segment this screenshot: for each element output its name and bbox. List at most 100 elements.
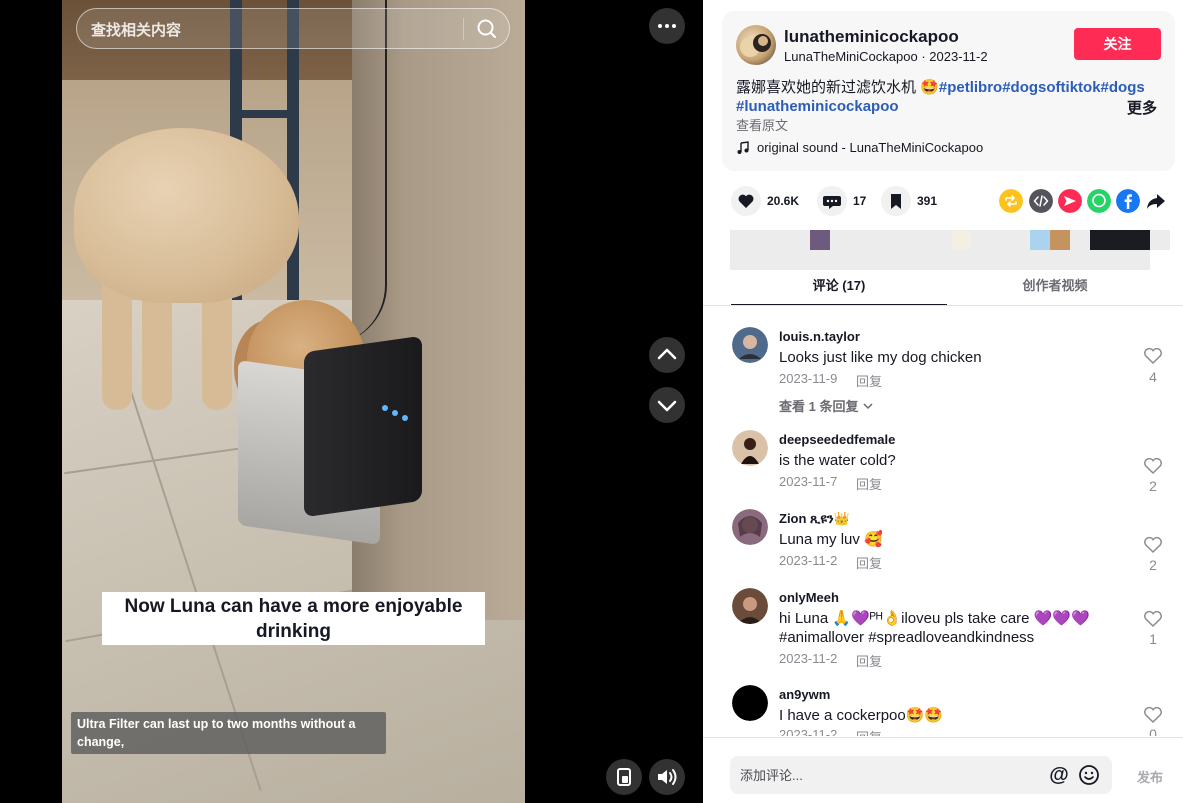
video-pane: Now Luna can have a more enjoyable drink… [0,0,703,803]
comment-like-count: 2 [1149,478,1157,494]
reply-button[interactable]: 回复 [856,371,882,390]
commenter-avatar[interactable] [732,685,768,721]
related-thumbnails-strip[interactable] [730,230,1170,270]
video-stool-rail [230,110,299,118]
music-note-icon [737,141,749,154]
hashtag-link[interactable]: #dogs [1101,79,1145,96]
comment-text: is the water cold? [779,452,896,469]
repost-icon[interactable] [999,189,1023,213]
like-count: 20.6K [767,194,800,208]
like-button[interactable] [731,186,761,216]
comment-like-icon[interactable] [1142,347,1164,365]
comment-item: onlyMeeh hi Luna 🙏💜ᴾᴴ👌iloveu pls take ca… [732,588,1172,688]
comment-composer: @ 发布 [703,737,1183,803]
embed-icon[interactable] [1029,189,1053,213]
comment-text: I have a cockerpoo🤩🤩 [779,707,944,724]
hashtag-link[interactable]: #dogsoftiktok [1002,79,1100,96]
next-video-button[interactable] [649,387,685,423]
mention-button[interactable]: @ [1048,764,1070,786]
more-options-button[interactable] [649,8,685,44]
dog-body [74,128,299,303]
whatsapp-icon[interactable] [1087,189,1111,213]
commenter-name[interactable]: louis.n.taylor [779,329,860,344]
mini-player-icon [617,768,631,786]
search-bar [76,8,510,49]
commenter-avatar[interactable] [732,588,768,624]
comment-like-count: 1 [1149,631,1157,647]
reply-button[interactable]: 回复 [856,651,882,670]
comment-item: deepseededfemale is the water cold? 2023… [732,430,1172,510]
facebook-icon[interactable] [1116,189,1140,213]
floating-player-button[interactable] [606,759,642,795]
previous-video-button[interactable] [649,337,685,373]
video-caption-sub: Ultra Filter can last up to two months w… [71,712,386,754]
more-dots-icon [658,24,662,28]
thumbnail-swatch [1050,230,1070,250]
comment-input-box: @ [730,756,1112,794]
volume-button[interactable] [649,759,685,795]
more-dots-icon [665,24,669,28]
video-player[interactable] [62,0,525,803]
comment-input[interactable] [740,765,1040,785]
music-title[interactable]: original sound - LunaTheMiniCockapoo [757,140,983,155]
commenter-avatar[interactable] [732,509,768,545]
panel-tabs: 评论 (17) 创作者视频 [731,270,1155,306]
comment-date: 2023-11-7 [779,474,838,489]
commenter-name[interactable]: an9ywm [779,687,830,702]
comment-like-count: 4 [1149,369,1157,385]
commenter-avatar[interactable] [732,430,768,466]
view-replies-label: 查看 1 条回复 [779,399,859,414]
commenter-avatar[interactable] [732,327,768,363]
chevron-down-icon [657,400,677,412]
comment-like-icon[interactable] [1142,706,1164,724]
post-comment-button[interactable]: 发布 [1137,767,1163,786]
author-handle[interactable]: lunatheminicockapoo [784,27,959,47]
comment-item: an9ywm I have a cockerpoo🤩🤩 2023-11-2 回复… [732,685,1172,736]
search-divider [463,18,464,40]
thumbnail-swatch [1090,230,1150,250]
send-icon[interactable] [1058,189,1082,213]
reply-button[interactable]: 回复 [856,474,882,493]
author-avatar[interactable] [736,25,776,65]
comment-item: Zion ጺዩን👑 Luna my luv 🥰 2023-11-2 回复 2 [732,509,1172,589]
comment-like-icon[interactable] [1142,457,1164,475]
author-display-name[interactable]: LunaTheMiniCockapoo [784,49,918,64]
save-button[interactable] [881,186,911,216]
comment-date: 2023-11-2 [779,553,838,568]
fountain-indicator-light [402,415,408,421]
description-more-button[interactable]: 更多 [1127,97,1157,118]
comment-date: 2023-11-2 [779,651,838,666]
tab-comments[interactable]: 评论 (17) [731,270,947,306]
view-original-button[interactable]: 查看原文 [736,115,788,134]
comment-like-count: 2 [1149,557,1157,573]
comment-date: 2023-11-2 [779,727,838,736]
save-count: 391 [917,194,938,208]
commenter-name[interactable]: onlyMeeh [779,590,839,605]
volume-icon [658,769,677,785]
tab-creator-videos[interactable]: 创作者视频 [947,270,1163,306]
author-subline: LunaTheMiniCockapoo · 2023-11-2 [784,49,988,64]
search-input[interactable] [91,20,451,40]
commenter-name[interactable]: Zion ጺዩን👑 [779,511,850,527]
reply-button[interactable]: 回复 [856,553,882,572]
comment-like-icon[interactable] [1142,536,1164,554]
follow-button[interactable]: 关注 [1074,28,1161,60]
view-replies-button[interactable]: 查看 1 条回复 [779,396,874,415]
thumbnail-swatch [1150,250,1170,270]
commenter-name[interactable]: deepseededfemale [779,432,895,447]
hashtag-link[interactable]: #lunatheminicockapoo [736,98,899,115]
share-arrow-icon[interactable] [1144,189,1168,213]
hashtag-link[interactable]: #petlibro [939,79,1002,96]
comment-button[interactable] [817,186,847,216]
search-button[interactable] [473,15,501,43]
comment-item: louis.n.taylor Looks just like my dog ch… [732,327,1172,427]
emoji-icon[interactable] [1078,764,1100,786]
thumbnail-swatch [1030,230,1050,250]
post-date: 2023-11-2 [929,49,988,64]
comment-text: hi Luna 🙏💜ᴾᴴ👌iloveu pls take care 💜💜💜 #a… [779,610,1090,646]
reply-button[interactable]: 回复 [856,727,882,736]
chevron-up-icon [657,348,677,360]
video-power-cord [317,0,387,345]
description-text: 露娜喜欢她的新过滤饮水机 🤩 [736,79,939,96]
comment-like-icon[interactable] [1142,610,1164,628]
